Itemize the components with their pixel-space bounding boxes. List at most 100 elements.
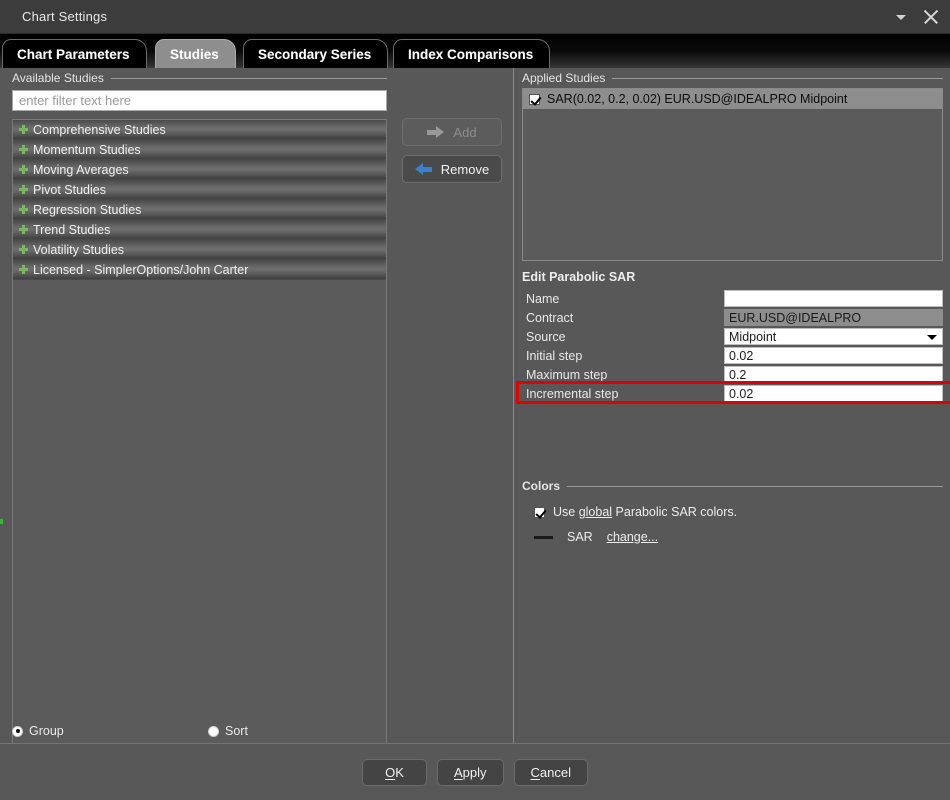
plus-icon[interactable]: [19, 165, 28, 174]
tree-item-moving-averages[interactable]: Moving Averages: [13, 160, 386, 180]
field-row-source: Source Midpoint: [522, 327, 943, 346]
chevron-down-icon[interactable]: [892, 8, 910, 26]
ok-rest: K: [395, 765, 404, 780]
plus-icon[interactable]: [19, 125, 28, 134]
radio-sort[interactable]: Sort: [208, 724, 248, 738]
tab-studies[interactable]: Studies: [155, 39, 236, 68]
tree-item-pivot-studies[interactable]: Pivot Studies: [13, 180, 386, 200]
radio-group[interactable]: Group: [12, 724, 208, 738]
available-studies-pane: Available Studies Comprehensive Studies …: [0, 68, 390, 743]
radio-indicator-group[interactable]: [12, 726, 23, 737]
page-title: Chart Settings: [22, 9, 107, 24]
search-input[interactable]: [12, 90, 387, 111]
contract-value: EUR.USD@IDEALPRO: [724, 309, 943, 326]
sar-color-label: SAR: [567, 530, 593, 544]
tree-item-licensed-simpleroptions[interactable]: Licensed - SimplerOptions/John Carter: [13, 260, 386, 280]
window-controls: [892, 0, 944, 34]
edit-parabolic-sar-form: Name Contract EUR.USD@IDEALPRO Source Mi…: [522, 289, 943, 403]
radio-label-sort: Sort: [225, 724, 248, 738]
tree-item-comprehensive-studies[interactable]: Comprehensive Studies: [13, 120, 386, 140]
available-studies-caption: Available Studies: [12, 71, 104, 85]
field-label-source: Source: [522, 330, 724, 344]
use-global-colors-row[interactable]: Use global Parabolic SAR colors.: [522, 505, 943, 519]
tree-item-momentum-studies[interactable]: Momentum Studies: [13, 140, 386, 160]
tab-chart-parameters[interactable]: Chart Parameters: [2, 39, 147, 68]
field-label-contract: Contract: [522, 311, 724, 325]
tree-item-label: Momentum Studies: [33, 143, 141, 157]
tree-item-label: Comprehensive Studies: [33, 123, 166, 137]
colors-header: Colors: [522, 478, 943, 494]
edge-indicator: [0, 519, 3, 524]
use-global-prefix: Use: [553, 505, 579, 519]
radio-label-group: Group: [29, 724, 64, 738]
radio-indicator-sort[interactable]: [208, 726, 219, 737]
initial-step-field[interactable]: [724, 347, 943, 364]
tree-item-label: Regression Studies: [33, 203, 141, 217]
plus-icon[interactable]: [19, 185, 28, 194]
checkbox-use-global-colors[interactable]: [534, 507, 545, 518]
plus-icon[interactable]: [19, 145, 28, 154]
available-studies-tree[interactable]: Comprehensive Studies Momentum Studies M…: [12, 119, 387, 774]
colors-caption: Colors: [522, 479, 560, 493]
applied-studies-pane: Applied Studies SAR(0.02, 0.2, 0.02) EUR…: [513, 68, 950, 743]
group-sort-row: Group Sort: [12, 719, 387, 743]
remove-button-label: Remove: [441, 162, 489, 177]
group-rule: [567, 486, 943, 487]
close-icon[interactable]: [918, 4, 944, 30]
group-rule: [111, 78, 387, 79]
cancel-mnemonic: C: [531, 765, 540, 780]
edit-panel-title: Edit Parabolic SAR: [522, 270, 635, 284]
field-label-maximum-step: Maximum step: [522, 368, 724, 382]
checkbox-applied-study[interactable]: [529, 94, 540, 105]
add-button-label: Add: [453, 125, 476, 140]
field-label-name: Name: [522, 292, 724, 306]
apply-button[interactable]: Apply: [437, 759, 504, 786]
add-button[interactable]: Add: [402, 118, 502, 146]
plus-icon[interactable]: [19, 265, 28, 274]
applied-studies-list[interactable]: SAR(0.02, 0.2, 0.02) EUR.USD@IDEALPRO Mi…: [522, 88, 943, 261]
title-bar: Chart Settings: [0, 0, 950, 34]
field-label-incremental-step: Incremental step: [522, 387, 724, 401]
tab-secondary-series[interactable]: Secondary Series: [243, 39, 388, 68]
chart-settings-dialog: Chart Settings Chart Parameters Studies …: [0, 0, 950, 800]
tree-item-volatility-studies[interactable]: Volatility Studies: [13, 240, 386, 260]
field-row-incremental-step: Incremental step: [522, 384, 943, 403]
applied-studies-header: Applied Studies: [522, 70, 943, 86]
plus-icon[interactable]: [19, 225, 28, 234]
apply-mnemonic: A: [454, 765, 463, 780]
global-link[interactable]: global: [579, 505, 612, 519]
group-rule: [612, 78, 943, 79]
plus-icon[interactable]: [19, 205, 28, 214]
available-studies-header: Available Studies: [12, 70, 387, 86]
plus-icon[interactable]: [19, 245, 28, 254]
dialog-footer: OK Apply Cancel: [0, 743, 950, 800]
maximum-step-field[interactable]: [724, 366, 943, 383]
transfer-buttons-pane: Add Remove: [390, 68, 513, 743]
field-row-contract: Contract EUR.USD@IDEALPRO: [522, 308, 943, 327]
tab-index-comparisons[interactable]: Index Comparisons: [393, 39, 550, 68]
sar-color-swatch: [534, 536, 553, 539]
source-select[interactable]: Midpoint: [724, 328, 943, 345]
remove-button[interactable]: Remove: [402, 155, 502, 183]
cancel-rest: ancel: [540, 765, 571, 780]
cancel-button[interactable]: Cancel: [514, 759, 588, 786]
tree-item-label: Volatility Studies: [33, 243, 124, 257]
incremental-step-field[interactable]: [724, 385, 943, 402]
dialog-body: Available Studies Comprehensive Studies …: [0, 68, 950, 743]
tab-bar: Chart Parameters Studies Secondary Serie…: [0, 34, 950, 68]
tree-item-label: Pivot Studies: [33, 183, 106, 197]
list-item-label: SAR(0.02, 0.2, 0.02) EUR.USD@IDEALPRO Mi…: [547, 92, 847, 106]
apply-rest: pply: [463, 765, 487, 780]
tree-item-regression-studies[interactable]: Regression Studies: [13, 200, 386, 220]
sar-change-link[interactable]: change...: [607, 530, 658, 544]
source-select-value: Midpoint: [729, 330, 776, 344]
tree-item-label: Moving Averages: [33, 163, 129, 177]
arrow-right-icon: [427, 126, 444, 138]
name-field[interactable]: [724, 290, 943, 307]
ok-button[interactable]: OK: [362, 759, 427, 786]
list-item[interactable]: SAR(0.02, 0.2, 0.02) EUR.USD@IDEALPRO Mi…: [523, 89, 942, 109]
arrow-left-icon: [415, 163, 432, 175]
tree-item-trend-studies[interactable]: Trend Studies: [13, 220, 386, 240]
applied-studies-caption: Applied Studies: [522, 71, 605, 85]
chevron-down-icon[interactable]: [927, 335, 937, 340]
